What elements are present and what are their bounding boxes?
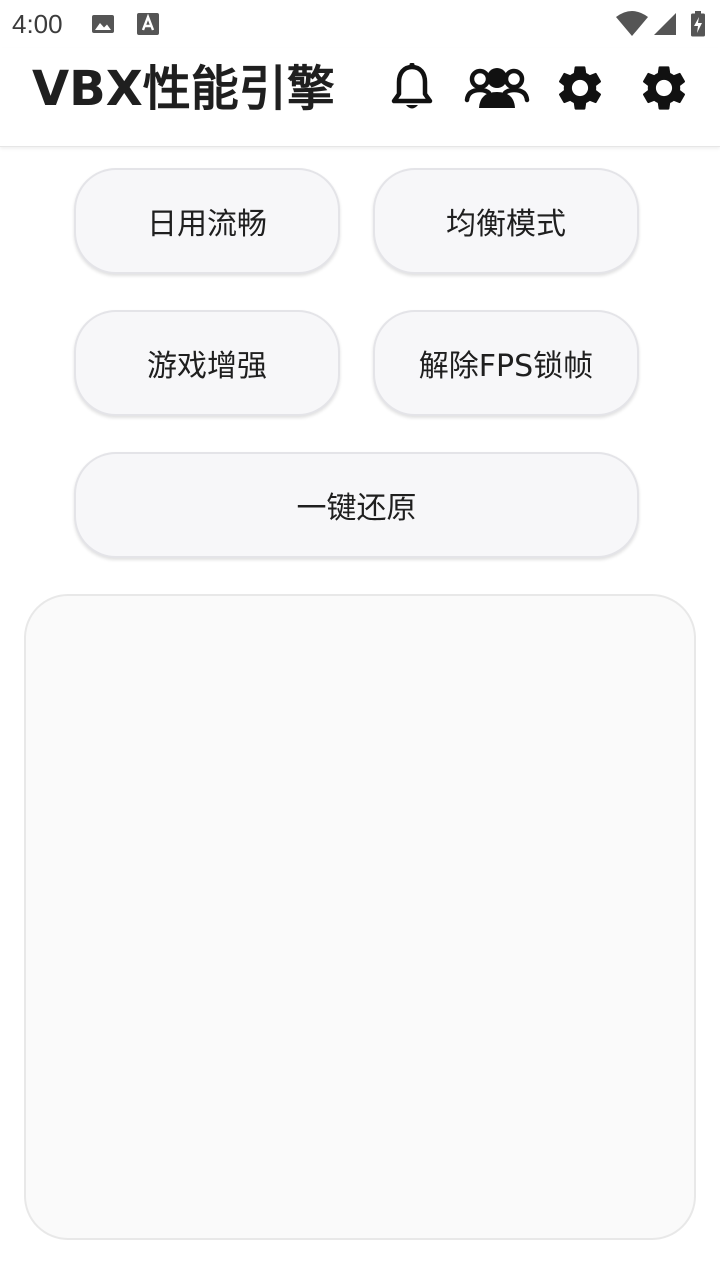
app-notification-icon bbox=[136, 12, 160, 36]
bell-icon[interactable] bbox=[384, 60, 440, 116]
app-title: VBX性能引擎 bbox=[32, 61, 335, 117]
image-icon bbox=[91, 12, 115, 36]
app-bar: VBX性能引擎 bbox=[0, 48, 720, 147]
game-boost-button[interactable]: 游戏增强 bbox=[74, 310, 340, 416]
restore-button[interactable]: 一键还原 bbox=[74, 452, 639, 558]
status-time: 4:00 bbox=[12, 9, 63, 39]
daily-smooth-button[interactable]: 日用流畅 bbox=[74, 168, 340, 274]
balanced-mode-button[interactable]: 均衡模式 bbox=[373, 168, 639, 274]
battery-charging-icon bbox=[690, 11, 706, 37]
wifi-icon bbox=[616, 11, 648, 37]
group-icon[interactable] bbox=[464, 60, 530, 116]
status-bar: 4:00 bbox=[0, 0, 720, 48]
gear-icon[interactable] bbox=[552, 60, 608, 116]
log-panel bbox=[24, 594, 696, 1240]
cellular-icon bbox=[652, 11, 678, 37]
unlock-fps-button[interactable]: 解除FPS锁帧 bbox=[373, 310, 639, 416]
gear-icon[interactable] bbox=[636, 60, 692, 116]
